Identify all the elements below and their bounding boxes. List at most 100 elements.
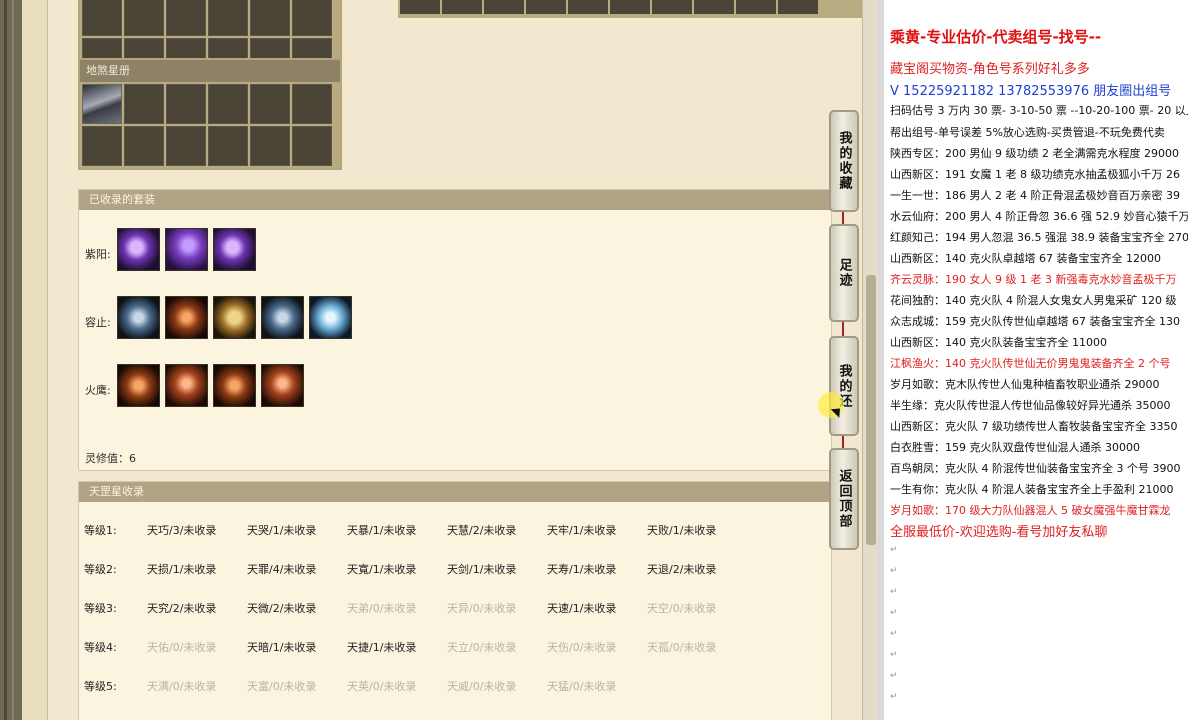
- level-row-1: 等级1: 天巧/3/未收录 天哭/1/未收录 天暴/1/未收录 天慧/2/未收录…: [79, 511, 833, 549]
- inventory-slot[interactable]: [166, 84, 206, 124]
- star-entry[interactable]: 天孤/0/未收录: [647, 639, 716, 655]
- star-entry[interactable]: 天寬/1/未收录: [347, 561, 416, 577]
- level-label: 等级5:: [84, 680, 117, 693]
- star-entry[interactable]: 天牢/1/未收录: [547, 522, 616, 538]
- paragraph-mark: ↵: [890, 692, 898, 702]
- inventory-slot[interactable]: [292, 126, 332, 166]
- star-entry[interactable]: 天异/0/未收录: [447, 600, 516, 616]
- scrollbar-thumb[interactable]: [866, 275, 876, 545]
- inventory-slot[interactable]: [208, 84, 248, 124]
- star-entry[interactable]: 天满/0/未收录: [147, 678, 216, 694]
- inventory-slot[interactable]: [124, 84, 164, 124]
- star-entry[interactable]: 天罪/4/未收录: [247, 561, 316, 577]
- level-label: 等级1:: [84, 524, 117, 537]
- inventory-slot[interactable]: [400, 0, 440, 14]
- inventory-slot[interactable]: [292, 0, 332, 36]
- star-entry[interactable]: 天究/2/未收录: [147, 600, 216, 616]
- doc-title: 乘黄-专业估价-代卖组号-找号--: [890, 28, 1102, 46]
- star-entry[interactable]: 天威/0/未收录: [447, 678, 516, 694]
- fire-boot-item[interactable]: [261, 364, 304, 407]
- armor-item[interactable]: [117, 296, 160, 339]
- inventory-slot[interactable]: [250, 126, 290, 166]
- my-bargain-tab[interactable]: 我的还: [829, 336, 859, 436]
- footprint-tab[interactable]: 足迹: [829, 224, 859, 322]
- star-entry[interactable]: 天捷/1/未收录: [347, 639, 416, 655]
- inventory-slot[interactable]: [292, 84, 332, 124]
- star-entry[interactable]: 天伤/0/未收录: [547, 639, 616, 655]
- inventory-slot[interactable]: [124, 0, 164, 36]
- di-sha-heading: 地煞星册: [80, 60, 340, 82]
- doc-line: 一生一世：186 男人 2 老 4 阶正骨混孟极妙音百万亲密 39: [890, 189, 1180, 202]
- star-entry[interactable]: 天剑/1/未收录: [447, 561, 516, 577]
- star-entry[interactable]: 天退/2/未收录: [647, 561, 716, 577]
- purple-bracelet-item[interactable]: [165, 228, 208, 271]
- fire-glove-item[interactable]: [213, 364, 256, 407]
- inventory-slot[interactable]: [208, 126, 248, 166]
- inventory-slot[interactable]: [526, 0, 566, 14]
- doc-line: 帮出组号-单号误差 5%放心选购-买贵管退-不玩免费代卖: [890, 126, 1165, 139]
- inventory-slot[interactable]: [82, 0, 122, 36]
- purple-cloak-item[interactable]: [213, 228, 256, 271]
- gauntlet-item[interactable]: [261, 296, 304, 339]
- ice-mask-item[interactable]: [309, 296, 352, 339]
- star-entry[interactable]: 天微/2/未收录: [247, 600, 316, 616]
- gold-ring-item[interactable]: [213, 296, 256, 339]
- main-scrollbar[interactable]: [862, 0, 878, 720]
- star-entry[interactable]: 天慧/2/未收录: [447, 522, 516, 538]
- doc-line: 花间独酌：140 克火队 4 阶混人女鬼女人男鬼采矿 120 级: [890, 294, 1177, 307]
- inventory-slot[interactable]: [736, 0, 776, 14]
- inventory-slot[interactable]: [442, 0, 482, 14]
- inventory-slot[interactable]: [166, 0, 206, 36]
- star-entry[interactable]: 天暴/1/未收录: [347, 522, 416, 538]
- star-entry[interactable]: 天哭/1/未收录: [247, 522, 316, 538]
- fire-helmet-item[interactable]: [117, 364, 160, 407]
- star-entry[interactable]: 天英/0/未收录: [347, 678, 416, 694]
- star-entry[interactable]: 天弟/0/未收录: [347, 600, 416, 616]
- paragraph-mark: ↵: [890, 587, 898, 597]
- star-entry[interactable]: 天败/1/未收录: [647, 522, 716, 538]
- inventory-slot[interactable]: [778, 0, 818, 14]
- inventory-slot[interactable]: [250, 0, 290, 36]
- star-entry[interactable]: 天佑/0/未收录: [147, 639, 216, 655]
- suit-items-huoying: [117, 364, 304, 407]
- doc-line: 山西新区：140 克火队装备宝宝齐全 11000: [890, 336, 1107, 349]
- inventory-slot[interactable]: [166, 126, 206, 166]
- inventory-slot[interactable]: [124, 126, 164, 166]
- inventory-slot[interactable]: [82, 126, 122, 166]
- weapon-item[interactable]: [165, 296, 208, 339]
- inventory-slot[interactable]: [694, 0, 734, 14]
- doc-line: 岁月如歌：克木队传世人仙鬼种植畜牧职业通杀 29000: [890, 378, 1160, 391]
- doc-line: 山西新区：克火队 7 级功绩传世人畜牧装备宝宝齐全 3350: [890, 420, 1178, 433]
- my-favorites-tab[interactable]: 我的收藏: [829, 110, 859, 212]
- star-entry[interactable]: 天猛/0/未收录: [547, 678, 616, 694]
- back-to-top-tab[interactable]: 返回顶部: [829, 448, 859, 550]
- doc-line: 岁月如歌：170 级大力队仙器混人 5 破女魔强牛魔甘霖龙: [890, 504, 1171, 517]
- star-entry[interactable]: 天寿/1/未收录: [547, 561, 616, 577]
- inventory-slot[interactable]: [568, 0, 608, 14]
- star-entry[interactable]: 天暗/1/未收录: [247, 639, 316, 655]
- star-entry[interactable]: 天巧/3/未收录: [147, 522, 216, 538]
- inventory-slot[interactable]: [208, 0, 248, 36]
- inventory-slot[interactable]: [484, 0, 524, 14]
- inventory-slot[interactable]: [250, 84, 290, 124]
- star-card-item[interactable]: [82, 84, 122, 124]
- level-label: 等级4:: [84, 641, 117, 654]
- inventory-slot[interactable]: [652, 0, 692, 14]
- purple-bracelet-item[interactable]: [117, 228, 160, 271]
- level-label: 等级2:: [84, 563, 117, 576]
- level-label: 等级3:: [84, 602, 117, 615]
- star-entry[interactable]: 天损/1/未收录: [147, 561, 216, 577]
- star-entry[interactable]: 天空/0/未收录: [647, 600, 716, 616]
- fire-robe-item[interactable]: [165, 364, 208, 407]
- di-sha-star-book: 地煞星册: [78, 58, 342, 170]
- paragraph-mark: ↵: [890, 671, 898, 681]
- doc-line: 水云仙府：200 男人 4 阶正骨忽 36.6 强 52.9 妙音心猿千万: [890, 210, 1188, 223]
- star-entry[interactable]: 天立/0/未收录: [447, 639, 516, 655]
- star-entry[interactable]: 天富/0/未收录: [247, 678, 316, 694]
- inventory-slot[interactable]: [610, 0, 650, 14]
- tiangang-heading: 天罡星收录: [79, 482, 831, 502]
- edge-bar: [4, 0, 7, 720]
- star-entry[interactable]: 天速/1/未收录: [547, 600, 616, 616]
- lingxiu-value: 灵修值：6: [85, 452, 136, 465]
- doc-phones: V 15225921182 13782553976 朋友圈出组号: [890, 84, 1172, 99]
